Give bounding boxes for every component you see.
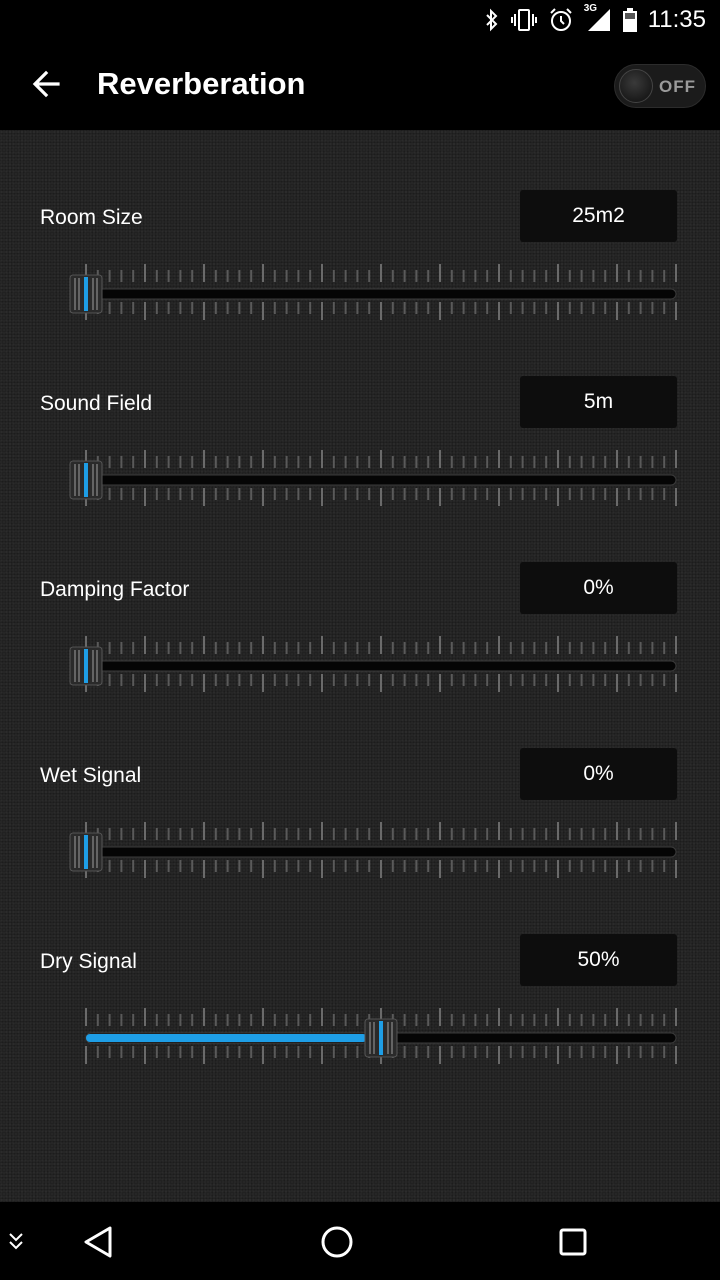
slider-thumb (364, 1018, 398, 1058)
alarm-icon (548, 7, 574, 33)
setting-row-damping-factor: Damping Factor 0% (0, 562, 720, 712)
status-time: 11:35 (647, 6, 706, 33)
slider-track (85, 846, 677, 858)
slider-track (85, 288, 677, 300)
signal-icon: 3G (584, 3, 612, 33)
slider-scale (69, 450, 677, 506)
slider-track (85, 474, 677, 486)
slider-thumb (69, 646, 103, 686)
back-triangle-icon[interactable] (80, 1222, 116, 1267)
recents-square-icon[interactable] (558, 1226, 590, 1263)
vibrate-icon (510, 8, 538, 32)
damping-factor-slider[interactable] (69, 634, 680, 702)
setting-row-wet-signal: Wet Signal 0% (0, 748, 720, 898)
setting-value-box[interactable]: 50% (520, 934, 677, 986)
status-icons: 3G 11:35 (484, 3, 706, 36)
wet-signal-slider[interactable] (69, 820, 680, 888)
setting-label: Damping Factor (40, 578, 190, 601)
setting-value-box[interactable]: 0% (520, 562, 677, 614)
slider-track (85, 660, 677, 672)
slider-thumb (69, 274, 103, 314)
reverb-toggle[interactable]: OFF (614, 64, 706, 108)
battery-icon (622, 7, 638, 33)
setting-value-box[interactable]: 25m2 (520, 190, 677, 242)
slider-fill (86, 1034, 367, 1042)
app-bar: Reverberation OFF (0, 40, 720, 130)
toggle-label: OFF (659, 77, 696, 96)
collapse-icon[interactable] (6, 1230, 26, 1257)
slider-scale (69, 264, 677, 320)
slider-thumb (69, 832, 103, 872)
setting-value-box[interactable]: 0% (520, 748, 677, 800)
toggle-knob (619, 69, 653, 103)
setting-row-room-size: Room Size 25m2 (0, 190, 720, 340)
status-bar: 3G 11:35 (0, 0, 720, 40)
page-title: Reverberation (97, 66, 306, 101)
dry-signal-slider[interactable] (70, 1006, 680, 1074)
network-type-label: 3G (583, 3, 598, 14)
slider-thumb (69, 460, 103, 500)
slider-scale (85, 1008, 677, 1064)
settings-panel: Room Size 25m2 Sound Field 5m Damping Fa… (0, 130, 720, 1202)
setting-label: Room Size (40, 206, 143, 229)
back-arrow-icon[interactable] (28, 64, 68, 104)
slider-scale (69, 822, 677, 878)
room-size-slider[interactable] (69, 262, 680, 330)
slider-scale (69, 636, 677, 692)
home-circle-icon[interactable] (318, 1222, 356, 1267)
navigation-bar (0, 1202, 720, 1280)
setting-label: Wet Signal (40, 764, 142, 787)
setting-label: Dry Signal (40, 950, 137, 973)
setting-row-sound-field: Sound Field 5m (0, 376, 720, 526)
setting-value-box[interactable]: 5m (520, 376, 677, 428)
bluetooth-icon (484, 8, 500, 32)
setting-row-dry-signal: Dry Signal 50% (0, 934, 720, 1084)
sound-field-slider[interactable] (69, 448, 680, 516)
setting-label: Sound Field (40, 392, 153, 415)
